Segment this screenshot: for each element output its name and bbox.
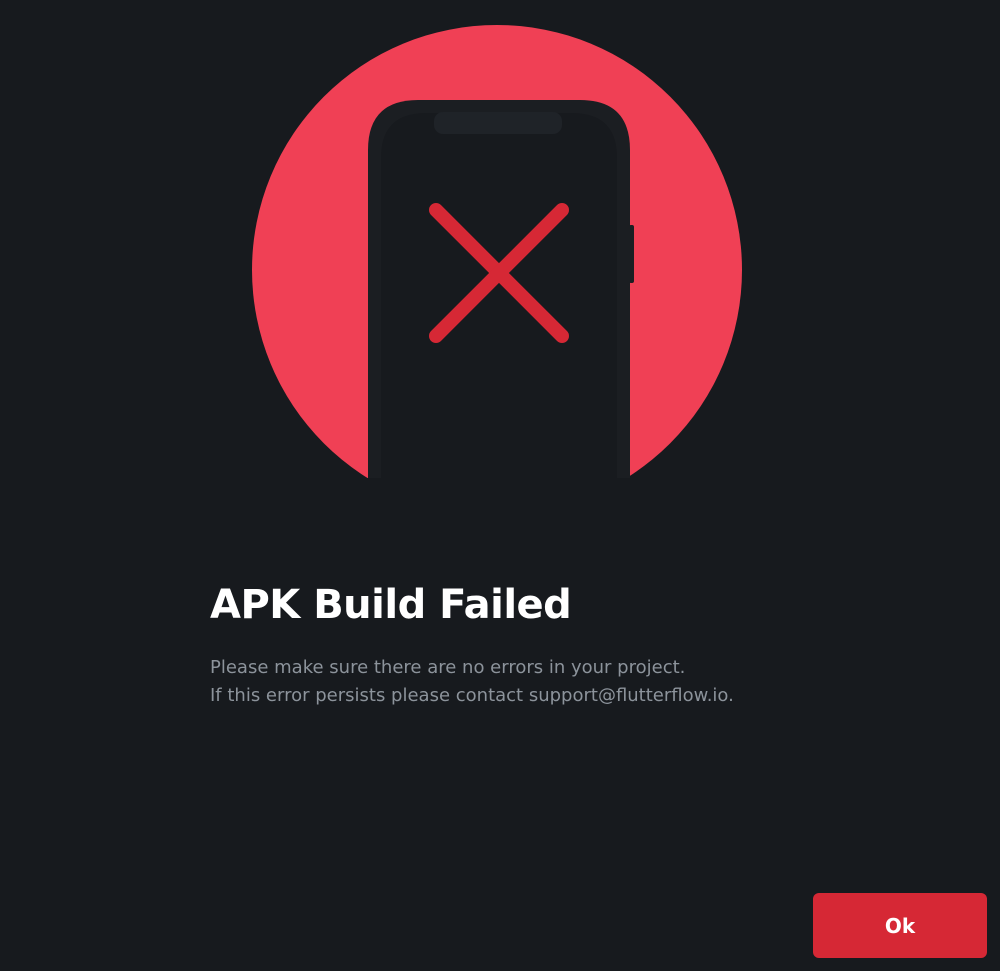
phone-notch bbox=[434, 112, 562, 134]
build-failed-dialog: APK Build Failed Please make sure there … bbox=[0, 0, 1000, 971]
phone-error-icon bbox=[252, 25, 742, 478]
message-line-2: If this error persists please contact su… bbox=[210, 685, 734, 706]
phone-screen bbox=[381, 113, 617, 478]
dialog-title: APK Build Failed bbox=[210, 582, 572, 628]
message-line-1: Please make sure there are no errors in … bbox=[210, 657, 686, 678]
ok-button[interactable]: Ok bbox=[813, 893, 987, 958]
phone-side-button bbox=[629, 225, 634, 283]
dialog-message: Please make sure there are no errors in … bbox=[210, 654, 734, 710]
